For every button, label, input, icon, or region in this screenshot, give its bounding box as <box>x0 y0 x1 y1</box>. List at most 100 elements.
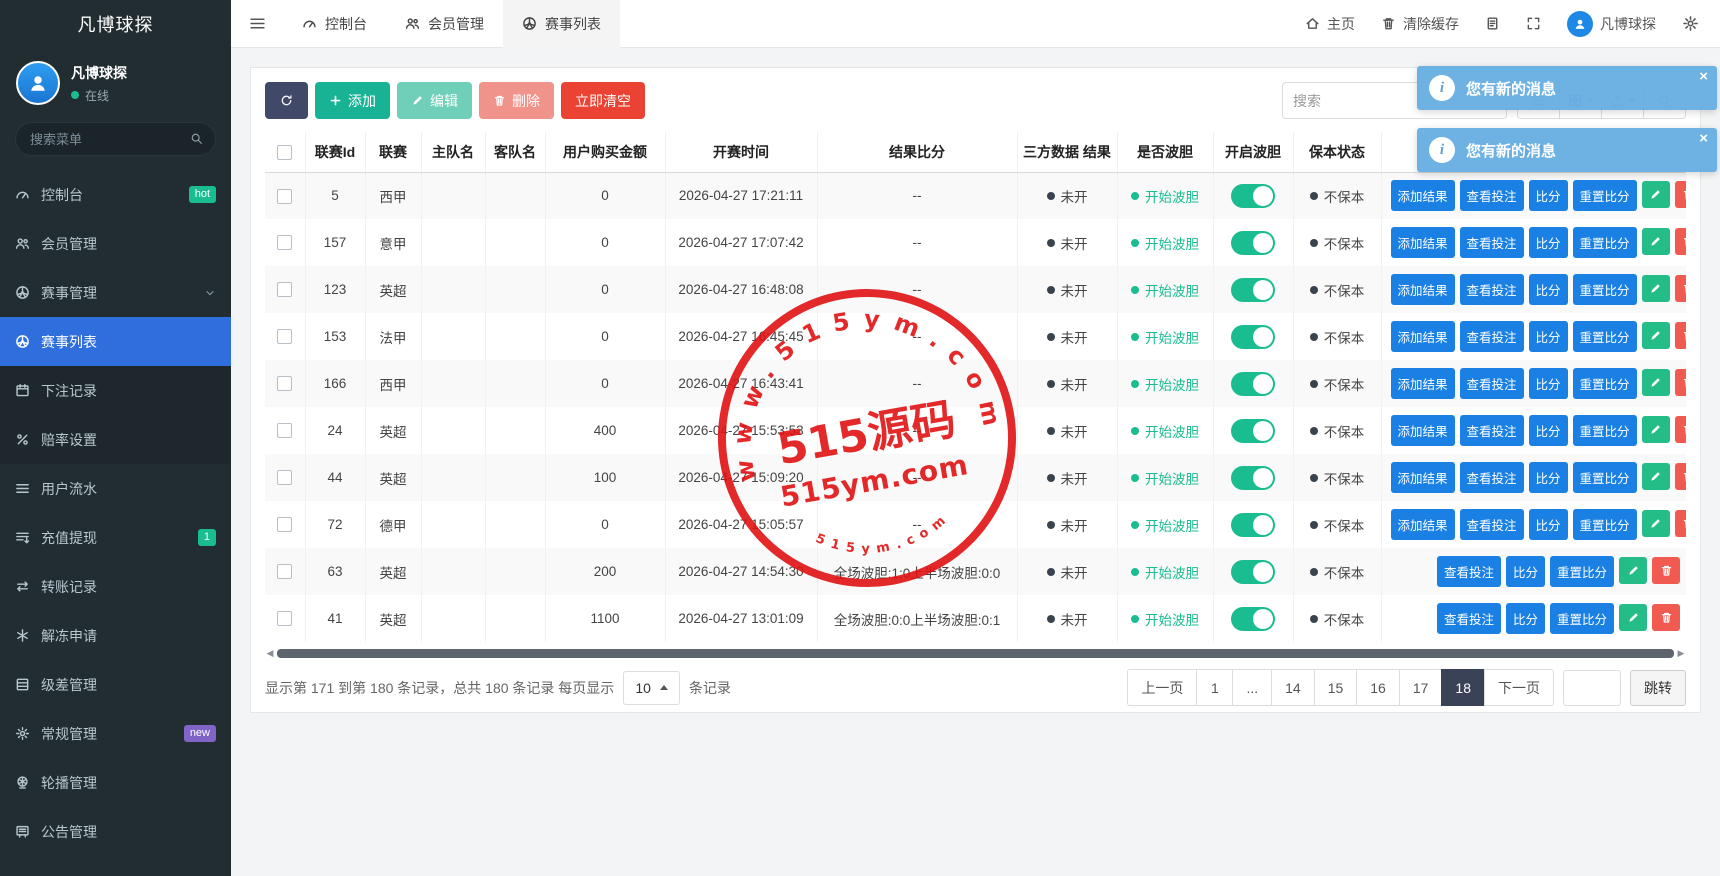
bodan-toggle[interactable] <box>1231 419 1275 443</box>
refresh-button[interactable] <box>265 82 308 119</box>
score-button[interactable]: 比分 <box>1529 509 1568 540</box>
user-menu[interactable]: 凡博球探 <box>1554 0 1669 48</box>
add-result-button[interactable]: 添加结果 <box>1391 368 1455 399</box>
close-icon[interactable]: × <box>1699 69 1708 84</box>
add-result-button[interactable]: 添加结果 <box>1391 321 1455 352</box>
scroll-right-arrow[interactable]: ▶ <box>1676 648 1686 658</box>
sidebar-item-members[interactable]: 会员管理 <box>0 219 231 268</box>
reset-score-button[interactable]: 重置比分 <box>1573 321 1637 352</box>
page-size-select[interactable]: 10 <box>623 671 680 705</box>
clear-cache-link[interactable]: 清除缓存 <box>1368 0 1472 48</box>
prev-page-button[interactable]: 上一页 <box>1127 669 1197 706</box>
view-bets-button[interactable]: 查看投注 <box>1460 321 1524 352</box>
avatar[interactable] <box>16 61 60 105</box>
scrollbar-thumb[interactable] <box>277 649 1674 658</box>
page-jump-button[interactable]: 跳转 <box>1630 670 1686 706</box>
view-bets-button[interactable]: 查看投注 <box>1460 509 1524 540</box>
score-button[interactable]: 比分 <box>1529 415 1568 446</box>
page-button-14[interactable]: 14 <box>1271 669 1315 706</box>
bodan-toggle[interactable] <box>1231 278 1275 302</box>
delete-row-button[interactable] <box>1675 228 1686 255</box>
page-button-15[interactable]: 15 <box>1314 669 1358 706</box>
reset-score-button[interactable]: 重置比分 <box>1550 556 1614 587</box>
bodan-toggle[interactable] <box>1231 466 1275 490</box>
delete-row-button[interactable] <box>1675 416 1686 443</box>
reset-score-button[interactable]: 重置比分 <box>1573 274 1637 305</box>
add-result-button[interactable]: 添加结果 <box>1391 274 1455 305</box>
edit-row-button[interactable] <box>1642 322 1670 349</box>
delete-row-button[interactable] <box>1675 275 1686 302</box>
row-checkbox[interactable] <box>277 470 292 485</box>
delete-row-button[interactable] <box>1675 510 1686 537</box>
sidebar-item-matches[interactable]: 赛事管理 <box>0 268 231 317</box>
page-button-18[interactable]: 18 <box>1441 669 1485 706</box>
edit-row-button[interactable] <box>1619 557 1647 584</box>
sidebar-item-unfreeze-requests[interactable]: 解冻申请 <box>0 611 231 660</box>
sidebar-item-level-manage[interactable]: 级差管理 <box>0 660 231 709</box>
reset-score-button[interactable]: 重置比分 <box>1573 462 1637 493</box>
score-button[interactable]: 比分 <box>1506 556 1545 587</box>
edit-row-button[interactable] <box>1642 416 1670 443</box>
view-bets-button[interactable]: 查看投注 <box>1460 415 1524 446</box>
sidebar-search-input[interactable] <box>15 122 216 156</box>
view-bets-button[interactable]: 查看投注 <box>1437 556 1501 587</box>
row-checkbox[interactable] <box>277 189 292 204</box>
score-button[interactable]: 比分 <box>1529 368 1568 399</box>
add-result-button[interactable]: 添加结果 <box>1391 227 1455 258</box>
sidebar-item-recharge-withdraw[interactable]: 充值提现1 <box>0 513 231 562</box>
edit-row-button[interactable] <box>1642 275 1670 302</box>
edit-row-button[interactable] <box>1642 463 1670 490</box>
bodan-toggle[interactable] <box>1231 560 1275 584</box>
bodan-toggle[interactable] <box>1231 372 1275 396</box>
score-button[interactable]: 比分 <box>1506 603 1545 634</box>
view-bets-button[interactable]: 查看投注 <box>1460 462 1524 493</box>
horizontal-scrollbar[interactable]: ◀ ▶ <box>265 648 1686 658</box>
sidebar-item-bet-records[interactable]: 下注记录 <box>0 366 231 415</box>
bodan-toggle[interactable] <box>1231 607 1275 631</box>
sidebar-item-general-manage[interactable]: 常规管理new <box>0 709 231 758</box>
scroll-left-arrow[interactable]: ◀ <box>265 648 275 658</box>
reset-score-button[interactable]: 重置比分 <box>1573 368 1637 399</box>
bodan-toggle[interactable] <box>1231 231 1275 255</box>
reset-score-button[interactable]: 重置比分 <box>1573 227 1637 258</box>
sidebar-item-carousel-manage[interactable]: 轮播管理 <box>0 758 231 807</box>
add-button[interactable]: 添加 <box>315 82 390 119</box>
reset-score-button[interactable]: 重置比分 <box>1550 603 1614 634</box>
row-checkbox[interactable] <box>277 611 292 626</box>
add-result-button[interactable]: 添加结果 <box>1391 462 1455 493</box>
home-link[interactable]: 主页 <box>1292 0 1368 48</box>
fullscreen-button[interactable] <box>1513 0 1554 48</box>
delete-row-button[interactable] <box>1652 557 1680 584</box>
view-bets-button[interactable]: 查看投注 <box>1460 227 1524 258</box>
row-checkbox[interactable] <box>277 282 292 297</box>
delete-row-button[interactable] <box>1652 604 1680 631</box>
row-checkbox[interactable] <box>277 329 292 344</box>
bodan-toggle[interactable] <box>1231 184 1275 208</box>
next-page-button[interactable]: 下一页 <box>1484 669 1554 706</box>
row-checkbox[interactable] <box>277 376 292 391</box>
score-button[interactable]: 比分 <box>1529 321 1568 352</box>
delete-button[interactable]: 删除 <box>479 82 554 119</box>
clear-all-button[interactable]: 立即清空 <box>561 82 645 119</box>
tab-console[interactable]: 控制台 <box>283 0 386 48</box>
delete-row-button[interactable] <box>1675 463 1686 490</box>
sidebar-item-announcement-manage[interactable]: 公告管理 <box>0 807 231 856</box>
reset-score-button[interactable]: 重置比分 <box>1573 415 1637 446</box>
score-button[interactable]: 比分 <box>1529 274 1568 305</box>
page-button-1[interactable]: 1 <box>1196 669 1233 706</box>
edit-row-button[interactable] <box>1642 228 1670 255</box>
view-bets-button[interactable]: 查看投注 <box>1437 603 1501 634</box>
score-button[interactable]: 比分 <box>1529 227 1568 258</box>
row-checkbox[interactable] <box>277 423 292 438</box>
row-checkbox[interactable] <box>277 564 292 579</box>
docs-button[interactable] <box>1472 0 1513 48</box>
tab-match-list[interactable]: 赛事列表 <box>503 0 620 48</box>
page-button-16[interactable]: 16 <box>1356 669 1400 706</box>
row-checkbox[interactable] <box>277 235 292 250</box>
bodan-toggle[interactable] <box>1231 325 1275 349</box>
edit-row-button[interactable] <box>1642 369 1670 396</box>
reset-score-button[interactable]: 重置比分 <box>1573 509 1637 540</box>
edit-row-button[interactable] <box>1642 510 1670 537</box>
page-button-17[interactable]: 17 <box>1399 669 1443 706</box>
sidebar-item-transfer-records[interactable]: 转账记录 <box>0 562 231 611</box>
